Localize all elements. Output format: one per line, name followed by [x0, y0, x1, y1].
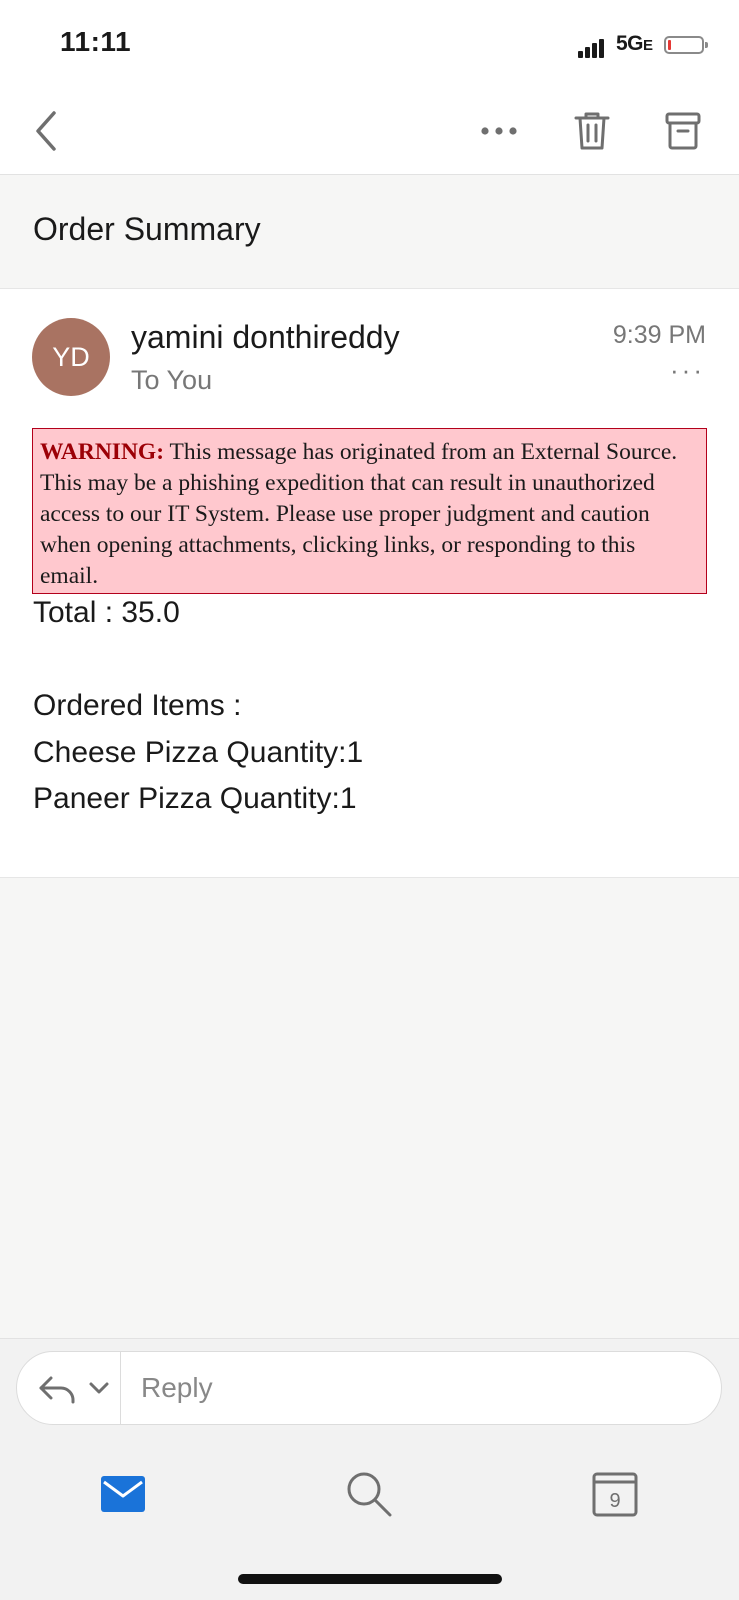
network-indicator: 5GE	[616, 32, 653, 55]
mail-icon[interactable]	[83, 1454, 163, 1534]
calendar-icon[interactable]: 9	[575, 1454, 655, 1534]
message-time: 9:39 PM	[612, 321, 706, 349]
reply-area: Reply	[0, 1338, 739, 1439]
subject-bar: Order Summary	[0, 175, 739, 289]
order-total: Total : 35.0	[33, 596, 180, 629]
signal-strength-icon	[578, 36, 606, 58]
reply-divider	[120, 1352, 121, 1424]
trash-icon[interactable]	[567, 106, 617, 156]
status-time: 11:11	[60, 26, 132, 57]
search-icon[interactable]	[329, 1454, 409, 1534]
ordered-items-heading: Ordered Items :	[33, 689, 242, 722]
email-message: YD yamini donthireddy To You 9:39 PM ···…	[0, 289, 739, 878]
home-indicator	[238, 1574, 502, 1584]
chevron-left-icon[interactable]	[22, 106, 72, 156]
email-subject: Order Summary	[33, 211, 261, 247]
toolbar	[0, 88, 739, 175]
tab-bar: 9	[0, 1438, 739, 1600]
warning-label: WARNING:	[40, 439, 165, 465]
avatar[interactable]: YD	[32, 318, 110, 396]
ordered-item: Cheese Pizza Quantity:1	[33, 736, 364, 769]
recipient-label[interactable]: To You	[131, 365, 212, 396]
reply-options[interactable]	[37, 1366, 117, 1410]
ordered-item: Paneer Pizza Quantity:1	[33, 782, 357, 815]
ellipsis-icon[interactable]	[474, 106, 524, 156]
message-more-icon[interactable]: ···	[670, 355, 705, 386]
reply-bar[interactable]: Reply	[16, 1351, 722, 1425]
reply-input[interactable]: Reply	[141, 1372, 213, 1404]
battery-icon	[664, 36, 708, 54]
calendar-day: 9	[609, 1490, 620, 1512]
reply-arrow-icon	[39, 1376, 109, 1404]
external-warning-banner: WARNING: This message has originated fro…	[32, 428, 707, 594]
archive-icon[interactable]	[658, 106, 708, 156]
empty-area	[0, 878, 739, 1338]
sender-name[interactable]: yamini donthireddy	[131, 319, 400, 356]
status-bar: 11:11 5GE	[0, 0, 739, 88]
